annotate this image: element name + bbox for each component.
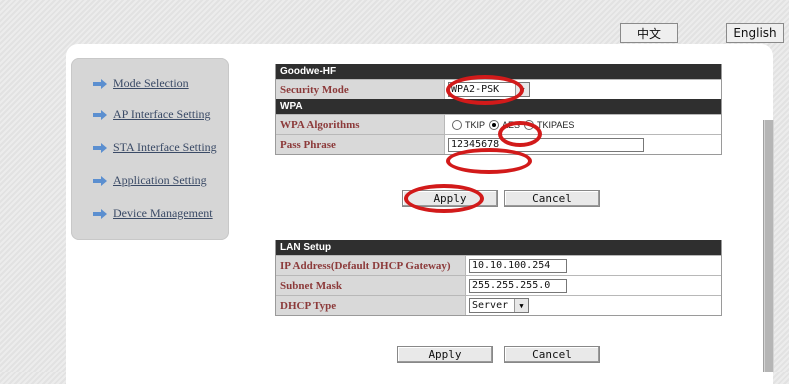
pass-phrase-value-cell: 12345678 [445, 135, 721, 154]
chevron-down-icon[interactable]: ▼ [514, 299, 528, 312]
subnet-mask-row: Subnet Mask 255.255.255.0 [276, 275, 721, 295]
arrow-right-icon [93, 175, 107, 186]
radio-tkip[interactable] [452, 119, 462, 130]
sidebar-item-label: AP Interface Setting [113, 107, 211, 121]
sidebar-item-label: STA Interface Setting [113, 140, 217, 154]
dhcp-type-value-cell: Server ▼ [466, 296, 721, 315]
radio-aes-label: AES [502, 119, 521, 130]
subnet-mask-label: Subnet Mask [276, 276, 466, 295]
sidebar-item-mode-selection[interactable]: Mode Selection [93, 76, 189, 91]
vertical-scrollbar[interactable] [763, 120, 774, 372]
wireless-security-panel: Goodwe-HF Security Mode WPA2-PSK ▼ WPA W… [275, 64, 722, 155]
wpa-algorithms-label: WPA Algorithms [276, 115, 445, 134]
arrow-right-icon [93, 109, 107, 120]
wpa-algorithms-value-cell: TKIP AES TKIPAES [445, 115, 721, 134]
sidebar: Mode Selection AP Interface Setting STA … [71, 58, 229, 240]
security-mode-selected: WPA2-PSK [451, 84, 500, 95]
sidebar-item-device-management[interactable]: Device Management [93, 206, 213, 221]
scrollbar-thumb[interactable] [765, 120, 773, 372]
security-mode-value-cell: WPA2-PSK ▼ [445, 80, 721, 99]
sidebar-item-label: Device Management [113, 206, 213, 220]
lan-cancel-button[interactable]: Cancel [504, 346, 600, 363]
arrow-right-icon [93, 78, 107, 89]
pass-phrase-row: Pass Phrase 12345678 [276, 134, 721, 154]
subnet-mask-value-cell: 255.255.255.0 [466, 276, 721, 295]
ip-address-label: IP Address(Default DHCP Gateway) [276, 256, 466, 275]
security-mode-select[interactable]: WPA2-PSK ▼ [448, 82, 530, 97]
ip-address-input[interactable]: 10.10.100.254 [469, 258, 567, 273]
radio-tkipaes[interactable] [524, 119, 535, 130]
lan-apply-button[interactable]: Apply [397, 346, 493, 363]
wpa-algorithms-radio-group: TKIP AES TKIPAES [448, 119, 575, 130]
subnet-mask-input[interactable]: 255.255.255.0 [469, 278, 567, 293]
security-mode-row: Security Mode WPA2-PSK ▼ [276, 79, 721, 99]
pass-phrase-input[interactable]: 12345678 [448, 137, 644, 152]
lan-setup-panel: LAN Setup IP Address(Default DHCP Gatewa… [275, 240, 722, 316]
dhcp-type-label: DHCP Type [276, 296, 466, 315]
ssid-header: Goodwe-HF [276, 64, 721, 79]
wpa-header: WPA [276, 99, 721, 114]
radio-tkip-label: TKIP [465, 119, 486, 130]
dhcp-type-row: DHCP Type Server ▼ [276, 295, 721, 315]
apply-button[interactable]: Apply [402, 190, 498, 207]
sidebar-item-label: Mode Selection [113, 76, 189, 90]
arrow-right-icon [93, 142, 107, 153]
arrow-right-icon [93, 208, 107, 219]
chevron-down-icon[interactable]: ▼ [515, 83, 529, 96]
ip-address-row: IP Address(Default DHCP Gateway) 10.10.1… [276, 255, 721, 275]
ip-address-value-cell: 10.10.100.254 [466, 256, 721, 275]
sidebar-item-ap-interface-setting[interactable]: AP Interface Setting [93, 107, 211, 122]
english-language-button[interactable]: English [726, 23, 784, 43]
chinese-language-button[interactable]: 中文 [620, 23, 678, 43]
cancel-button[interactable]: Cancel [504, 190, 600, 207]
radio-tkipaes-label: TKIPAES [537, 119, 575, 130]
dhcp-type-selected: Server [472, 300, 509, 311]
wpa-algorithms-row: WPA Algorithms TKIP AES TKIPAES [276, 114, 721, 134]
sidebar-item-application-setting[interactable]: Application Setting [93, 173, 207, 188]
dhcp-type-select[interactable]: Server ▼ [469, 298, 529, 313]
sidebar-item-label: Application Setting [113, 173, 207, 187]
security-mode-label: Security Mode [276, 80, 445, 99]
radio-aes[interactable] [489, 119, 500, 130]
lan-setup-header: LAN Setup [276, 240, 721, 255]
sidebar-item-sta-interface-setting[interactable]: STA Interface Setting [93, 140, 217, 155]
pass-phrase-label: Pass Phrase [276, 135, 445, 154]
